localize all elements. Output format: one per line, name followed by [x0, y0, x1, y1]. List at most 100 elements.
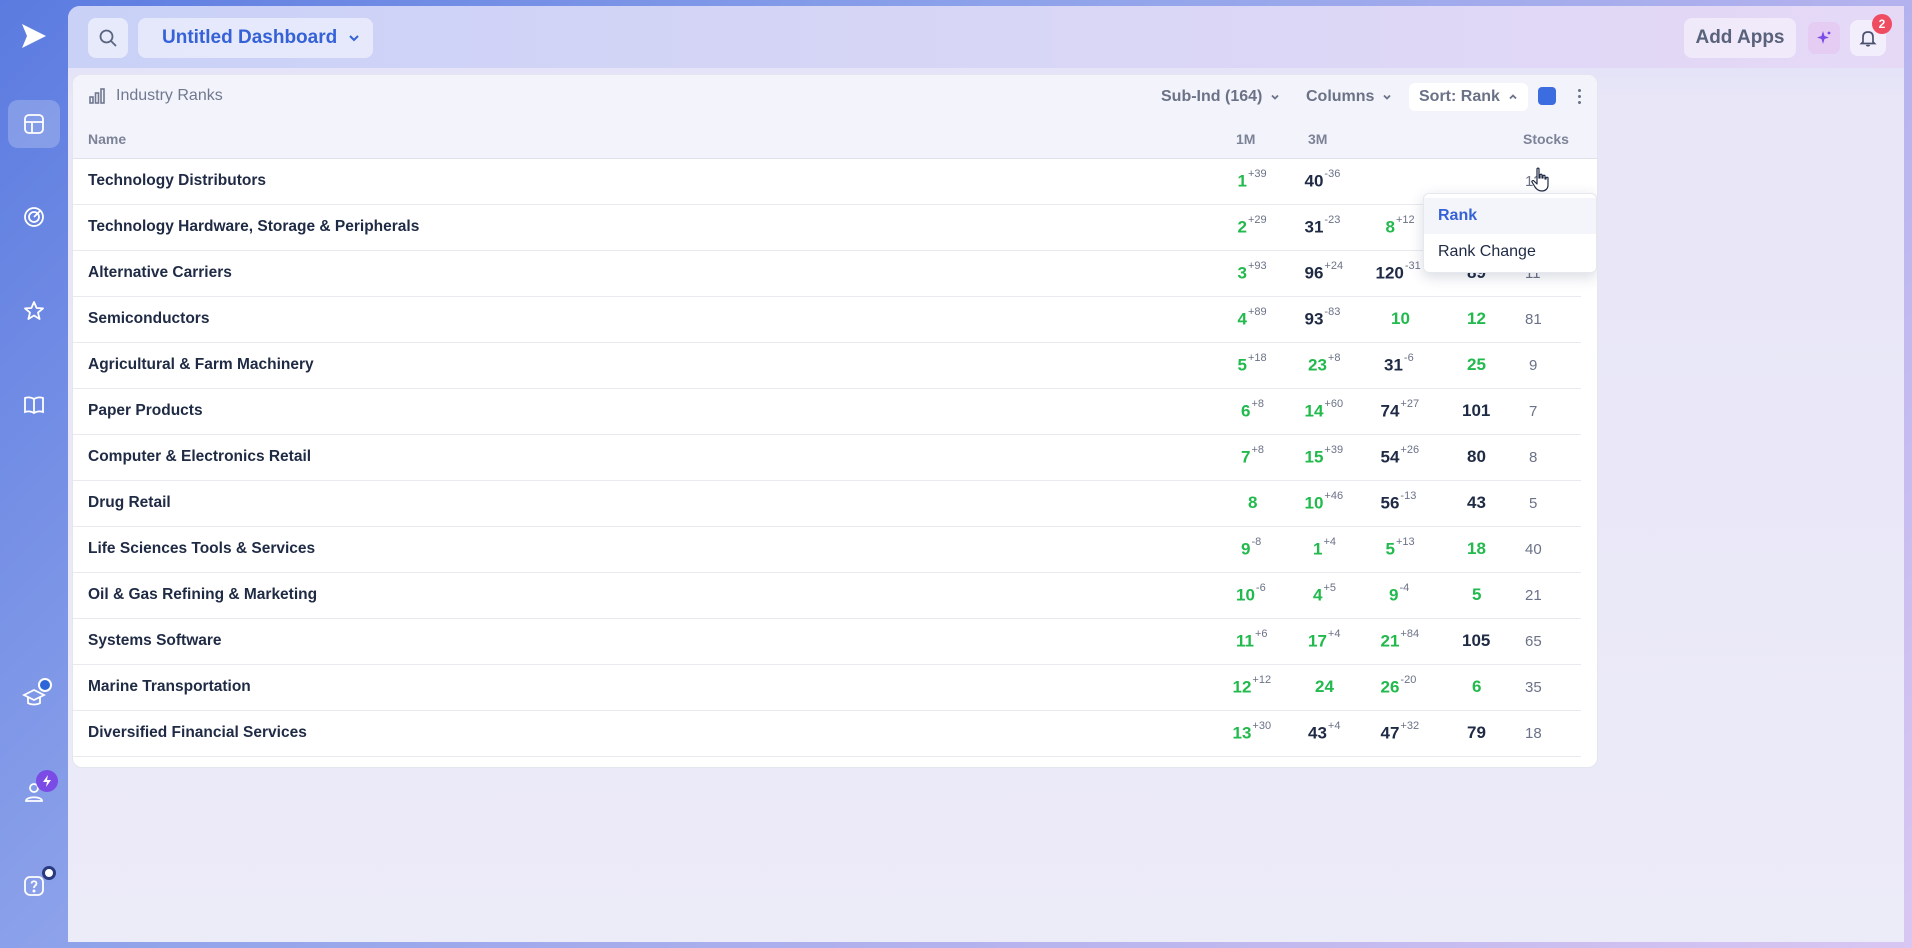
- rank-cell-c1: 2+29: [1237, 214, 1267, 238]
- rank-cell-c1: 5+18: [1238, 352, 1267, 376]
- lightning-icon: [43, 775, 51, 787]
- sidebar-item-account[interactable]: [8, 768, 60, 816]
- industry-name[interactable]: Diversified Financial Services: [88, 724, 307, 742]
- rank-cell-c2: 40-36: [1304, 168, 1341, 192]
- col-header-1m[interactable]: 1M: [1236, 131, 1255, 147]
- rank-value: 21: [1380, 631, 1400, 651]
- rank-value: 4: [1237, 309, 1247, 329]
- table-body: Technology Distributors1+3940-3613 Techn…: [73, 159, 1597, 757]
- columns-label: Columns: [1306, 88, 1375, 105]
- widget-title: Industry Ranks: [88, 87, 223, 105]
- table-row[interactable]: Agricultural & Farm Machinery 5+18 23+8 31-…: [73, 343, 1581, 389]
- sidebar-item-help[interactable]: [8, 862, 60, 910]
- color-picker[interactable]: [1538, 87, 1556, 105]
- rank-value: 93: [1304, 309, 1324, 329]
- table-row[interactable]: Life Sciences Tools & Services 9-8 1+4 5+13…: [73, 527, 1581, 573]
- rank-delta: -31: [1404, 260, 1421, 272]
- columns-dropdown[interactable]: Columns: [1306, 83, 1392, 111]
- table-row[interactable]: Semiconductors 4+89 93-83 10 12 81: [73, 297, 1581, 343]
- rank-cell-c4: 43: [1467, 493, 1486, 513]
- industry-name[interactable]: Technology Hardware, Storage & Periphera…: [88, 218, 419, 236]
- rank-delta: +12: [1252, 674, 1272, 686]
- dashboard-selector[interactable]: Untitled Dashboard: [138, 18, 373, 58]
- table-row[interactable]: Diversified Financial Services 13+30 43+4 4…: [73, 711, 1581, 757]
- rank-cell-c1: 4+89: [1237, 306, 1267, 330]
- sort-menu: Rank Rank Change: [1423, 193, 1597, 273]
- industry-name[interactable]: Semiconductors: [88, 310, 209, 328]
- industry-name[interactable]: Life Sciences Tools & Services: [88, 540, 315, 558]
- rank-cell-c4: 105: [1462, 631, 1490, 651]
- table-row[interactable]: Drug Retail 8 10+46 56-13 43 5: [73, 481, 1581, 527]
- rank-cell-c3: 74+27: [1381, 398, 1420, 422]
- col-header-3m[interactable]: 3M: [1308, 131, 1327, 147]
- industry-name[interactable]: Oil & Gas Refining & Marketing: [88, 586, 317, 604]
- table-row[interactable]: Paper Products 6+8 14+60 74+27 101 7: [73, 389, 1581, 435]
- rank-value: 15: [1304, 447, 1324, 467]
- industry-name[interactable]: Alternative Carriers: [88, 264, 232, 282]
- rank-value: 2: [1237, 217, 1247, 237]
- rank-delta: +24: [1324, 260, 1344, 272]
- rank-value: 10: [1391, 309, 1410, 328]
- table-row[interactable]: Technology Hardware, Storage & Periphera…: [73, 205, 1581, 251]
- rank-value: 120: [1375, 263, 1404, 283]
- rank-cell-c1: 7+8: [1241, 444, 1264, 468]
- industry-name[interactable]: Agricultural & Farm Machinery: [88, 356, 314, 374]
- industry-name[interactable]: Drug Retail: [88, 494, 171, 512]
- sort-option-rank[interactable]: Rank: [1424, 198, 1596, 234]
- rank-cell-c2: 93-83: [1304, 306, 1341, 330]
- stock-count: 8: [1529, 449, 1538, 466]
- rank-cell-c2: 4+5: [1313, 582, 1336, 606]
- rank-value: 3: [1237, 263, 1247, 283]
- table-row[interactable]: Marine Transportation 12+12 24 26-20 6 35: [73, 665, 1581, 711]
- stock-count: 21: [1525, 587, 1542, 604]
- add-apps-button[interactable]: Add Apps: [1684, 18, 1796, 58]
- rank-value: 40: [1304, 171, 1324, 191]
- table-row[interactable]: Technology Distributors1+3940-3613: [73, 159, 1581, 205]
- industry-name[interactable]: Computer & Electronics Retail: [88, 448, 311, 466]
- rank-cell-c3: 8+12: [1386, 214, 1415, 238]
- rank-cell-c2: 23+8: [1308, 352, 1340, 376]
- sidebar-item-learn[interactable]: [8, 381, 60, 429]
- subind-dropdown[interactable]: Sub-Ind (164): [1161, 83, 1280, 111]
- rank-delta: +93: [1247, 260, 1267, 272]
- table-row[interactable]: Systems Software 11+6 17+4 21+84 105 65: [73, 619, 1581, 665]
- rank-cell-c3: 54+26: [1381, 444, 1420, 468]
- sort-dropdown[interactable]: Sort: Rank: [1409, 83, 1528, 111]
- col-header-stocks[interactable]: Stocks: [1523, 131, 1569, 147]
- rank-cell-c3: 5+13: [1386, 536, 1415, 560]
- rank-cell-c2: 96+24: [1305, 260, 1344, 284]
- stock-count: 40: [1525, 541, 1542, 558]
- help-icon: [24, 876, 44, 896]
- rank-cell-c3: 26-20: [1380, 674, 1417, 698]
- sidebar-item-watchlist[interactable]: [8, 287, 60, 335]
- rank-delta: -4: [1399, 582, 1410, 594]
- rank-value: 26: [1380, 677, 1400, 697]
- more-options-icon[interactable]: [1571, 86, 1587, 106]
- sort-option-rank-change[interactable]: Rank Change: [1424, 234, 1596, 270]
- industry-name[interactable]: Paper Products: [88, 402, 203, 420]
- col-header-name[interactable]: Name: [88, 131, 126, 147]
- industry-name[interactable]: Marine Transportation: [88, 678, 251, 696]
- book-icon: [24, 396, 44, 415]
- table-header: Name 1M 3M Stocks: [73, 117, 1597, 159]
- stock-count: 18: [1525, 725, 1542, 742]
- industry-name[interactable]: Technology Distributors: [88, 172, 266, 190]
- rank-cell-c3: 31-6: [1384, 352, 1414, 376]
- sidebar-item-academy[interactable]: [8, 674, 60, 722]
- sidebar-item-dashboards[interactable]: [8, 100, 60, 148]
- industry-ranks-widget: Industry Ranks Sub-Ind (164) Columns Sor…: [72, 74, 1598, 768]
- rank-cell-c4: 25: [1467, 355, 1486, 375]
- sidebar-item-radar[interactable]: [8, 193, 60, 241]
- table-row[interactable]: Computer & Electronics Retail 7+8 15+39 54+…: [73, 435, 1581, 481]
- industry-name[interactable]: Systems Software: [88, 632, 222, 650]
- rank-delta: +60: [1324, 398, 1344, 410]
- ai-button[interactable]: [1808, 22, 1840, 54]
- table-row[interactable]: Alternative Carriers3+9396+24120-318911: [73, 251, 1581, 297]
- table-row[interactable]: Oil & Gas Refining & Marketing 10-6 4+5 9-4…: [73, 573, 1581, 619]
- rank-delta: +32: [1400, 720, 1420, 732]
- rank-cell-c3: 56-13: [1381, 490, 1417, 514]
- chevron-down-icon: [1383, 94, 1392, 100]
- app-logo[interactable]: [18, 20, 50, 52]
- rank-value: 43: [1467, 493, 1486, 512]
- search-button[interactable]: [88, 18, 128, 58]
